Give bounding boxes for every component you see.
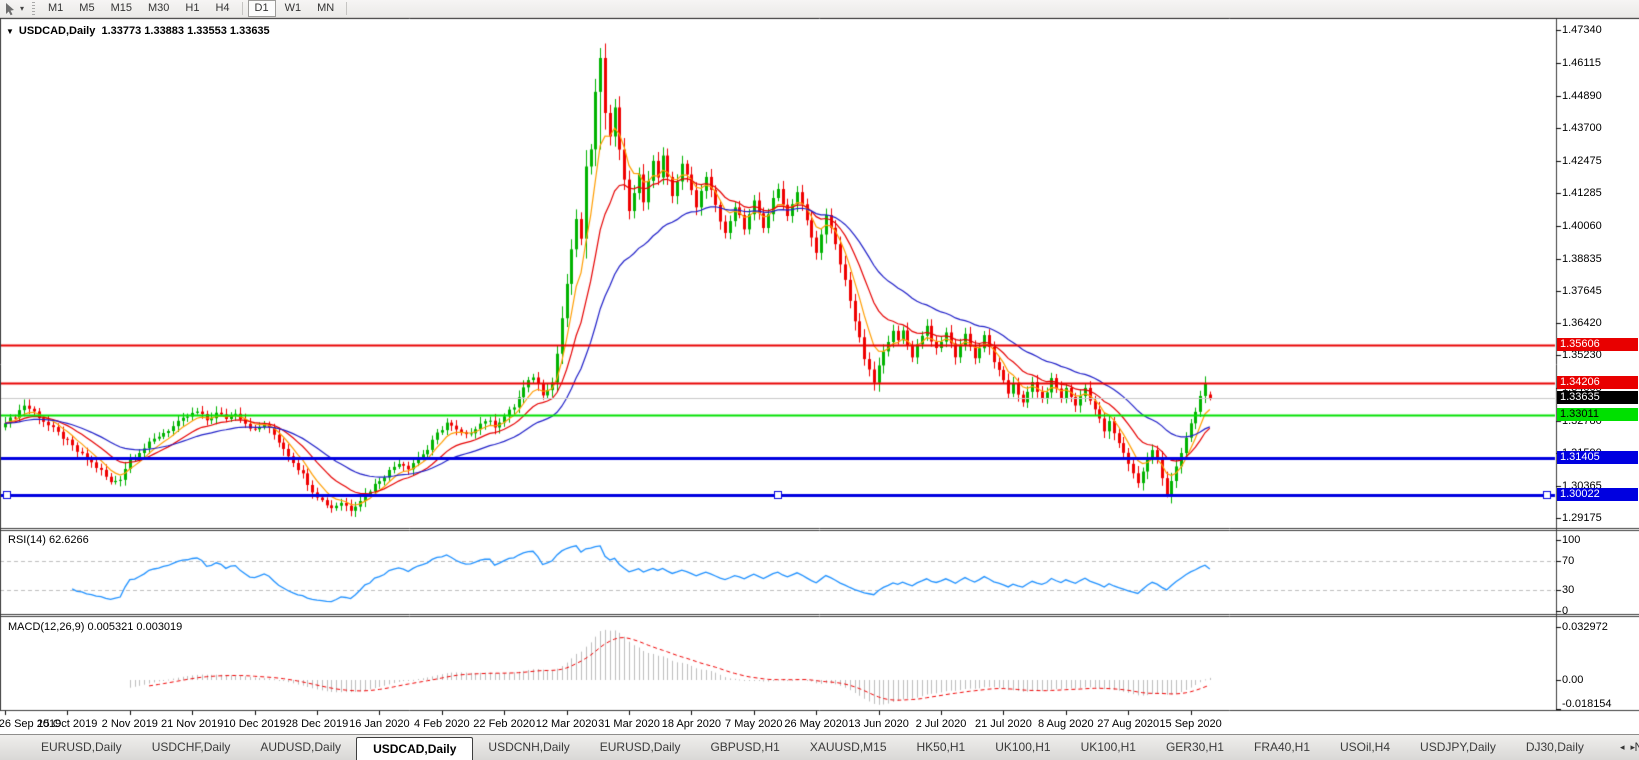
- timeframe-button-w1[interactable]: W1: [278, 0, 309, 17]
- timeframe-button-mn[interactable]: MN: [310, 0, 341, 17]
- timeframe-button-m15[interactable]: M15: [104, 0, 139, 17]
- tab-item-usdchf-daily[interactable]: USDCHF,Daily: [137, 735, 246, 760]
- tabs-scroll-left-button[interactable]: ◂: [1620, 742, 1625, 753]
- toolbar-separator: [241, 2, 243, 15]
- tab-item-audusd-daily[interactable]: AUDUSD,Daily: [245, 735, 356, 760]
- tab-item-fra40-h1[interactable]: FRA40,H1: [1239, 735, 1325, 760]
- tab-item-eurusd-daily[interactable]: EURUSD,Daily: [585, 735, 696, 760]
- timeframe-button-h4[interactable]: H4: [208, 0, 236, 17]
- tabs-scroll: ◂ ▸: [1613, 735, 1635, 760]
- timeframe-button-h1[interactable]: H1: [178, 0, 206, 17]
- price-chart-canvas[interactable]: [0, 18, 1639, 734]
- tab-item-dj30-daily[interactable]: DJ30,Daily: [1511, 735, 1599, 760]
- tab-item-hk50-h1[interactable]: HK50,H1: [902, 735, 981, 760]
- tab-item-uk100-h1[interactable]: UK100,H1: [1066, 735, 1151, 760]
- cursor-dropdown-icon[interactable]: ▾: [20, 4, 24, 13]
- tab-item-usdcnh-daily[interactable]: USDCNH,Daily: [473, 735, 584, 760]
- cursor-icon: [6, 2, 14, 15]
- timeframe-button-m5[interactable]: M5: [72, 0, 101, 17]
- toolbar-separator: [346, 2, 348, 15]
- toolbar-grip[interactable]: [32, 2, 36, 15]
- tab-item-ger30-h1[interactable]: GER30,H1: [1151, 735, 1239, 760]
- cursor-tool-button[interactable]: ▾: [4, 2, 27, 16]
- timeframe-button-m1[interactable]: M1: [41, 0, 70, 17]
- chart-window: ▼ USDCAD,Daily 1.33773 1.33883 1.33553 1.…: [0, 18, 1639, 734]
- tab-item-usdcad-daily[interactable]: USDCAD,Daily: [356, 736, 474, 760]
- tabs-scroll-right-button[interactable]: ▸: [1630, 742, 1635, 753]
- timeframe-button-m30[interactable]: M30: [141, 0, 176, 17]
- symbol-tabbar: EURUSD,Daily USDCHF,Daily AUDUSD,Daily USDC…: [0, 734, 1639, 760]
- tab-item-usdjpy-daily[interactable]: USDJPY,Daily: [1405, 735, 1511, 760]
- timeframe-toolbar: ▾ M1 M5 M15 M30 H1 H4 D1 W1 MN: [0, 0, 1639, 18]
- tab-item-uk100-h1[interactable]: UK100,H1: [980, 735, 1065, 760]
- tab-item-usoil-h4[interactable]: USOil,H4: [1325, 735, 1405, 760]
- tab-item-eurusd-daily[interactable]: EURUSD,Daily: [26, 735, 137, 760]
- tab-item-xauusd-m15[interactable]: XAUUSD,M15: [795, 735, 902, 760]
- tab-item-gbpusd-h1[interactable]: GBPUSD,H1: [695, 735, 794, 760]
- timeframe-button-d1[interactable]: D1: [247, 0, 276, 17]
